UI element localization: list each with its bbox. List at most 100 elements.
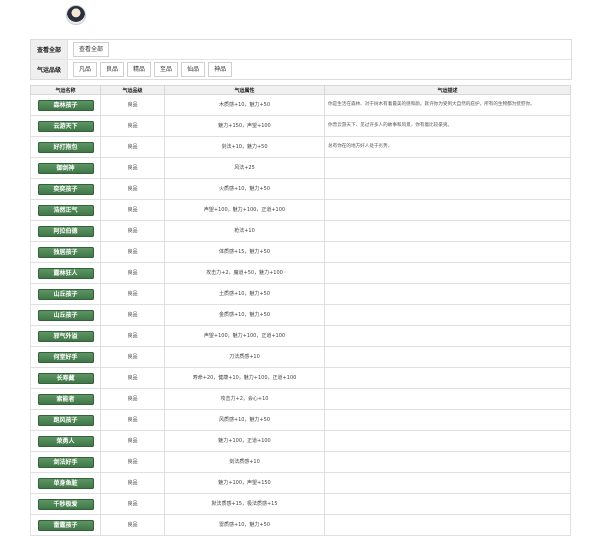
fortune-name-cell: 阿拉伯德 bbox=[30, 220, 101, 242]
fortune-grade: 良品 bbox=[100, 220, 165, 242]
table-row: 好打抱包 良品 剑法+10，魅力+50 总有你在的地方好人处于劣势。 bbox=[30, 136, 571, 158]
fortune-name-cell: 千秒极爱 bbox=[30, 493, 101, 515]
fortune-name-cell: 独居孩子 bbox=[30, 241, 101, 263]
table-row: 露林狂人 良品 攻击力+2，魔道+50，魅力+100 bbox=[30, 262, 571, 284]
fortune-grade: 良品 bbox=[100, 514, 165, 536]
fortune-name-button[interactable]: 露林狂人 bbox=[37, 267, 94, 279]
table-row: 邪气外溢 良品 声望+100，魅力+100，正道+100 bbox=[30, 325, 571, 347]
filter-label-grade: 气运品级 bbox=[31, 60, 68, 79]
filter-chip-grade-0[interactable]: 凡品 bbox=[73, 62, 98, 77]
table-header-row: 气运名称 气运品级 气运属性 气运描述 bbox=[30, 85, 571, 95]
fortune-name-button[interactable]: 浩然正气 bbox=[37, 204, 94, 216]
fortune-attr: 刀法质感+10 bbox=[164, 346, 325, 368]
fortune-name-button[interactable]: 单身鱼脏 bbox=[37, 477, 94, 489]
fortune-grade: 良品 bbox=[100, 493, 165, 515]
fortune-name-button[interactable]: 好打抱包 bbox=[37, 141, 94, 153]
table-row: 何堂好手 良品 刀法质感+10 bbox=[30, 346, 571, 368]
fortune-name-button[interactable]: 御剑神 bbox=[37, 162, 94, 174]
fortune-desc bbox=[324, 325, 571, 347]
fortune-grade: 良品 bbox=[100, 430, 165, 452]
fortune-name-button[interactable]: 独居孩子 bbox=[37, 246, 94, 258]
fortune-name-button[interactable]: 阿拉伯德 bbox=[37, 225, 94, 237]
fortune-grade: 良品 bbox=[100, 94, 165, 116]
table-row: 浩然正气 良品 声望+100，魅力+100，正道+100 bbox=[30, 199, 571, 221]
table-row: 荣勇人 良品 魅力+100，正道+100 bbox=[30, 430, 571, 452]
filter-chip-grade-4[interactable]: 仙品 bbox=[181, 62, 206, 77]
table-row: 单身鱼脏 良品 魅力+100，声望+150 bbox=[30, 472, 571, 494]
filter-label-all: 查看全部 bbox=[31, 40, 68, 59]
fortune-grade: 良品 bbox=[100, 346, 165, 368]
fortune-name-button[interactable]: 邪气外溢 bbox=[37, 330, 94, 342]
fortune-name-cell: 雷霆孩子 bbox=[30, 514, 101, 536]
fortune-name-cell: 何堂好手 bbox=[30, 346, 101, 368]
table-row: 跑风孩子 良品 风质感+10，魅力+50 bbox=[30, 409, 571, 431]
avatar-icon[interactable] bbox=[66, 5, 86, 25]
filter-chip-all-0[interactable]: 查看全部 bbox=[73, 42, 110, 57]
fortune-name-cell: 森林孩子 bbox=[30, 94, 101, 116]
fortune-name-button[interactable]: 剑法好手 bbox=[37, 456, 94, 468]
filter-chip-grade-3[interactable]: 至品 bbox=[154, 62, 179, 77]
fortune-name-button[interactable]: 森林孩子 bbox=[37, 99, 94, 111]
fortune-desc bbox=[324, 514, 571, 536]
fortune-desc: 总有你在的地方好人处于劣势。 bbox=[324, 136, 571, 158]
fortune-attr: 体质感+15，魅力+50 bbox=[164, 241, 325, 263]
fortune-name-cell: 邪气外溢 bbox=[30, 325, 101, 347]
fortune-grade: 良品 bbox=[100, 472, 165, 494]
fortune-attr: 火质感+10，魅力+50 bbox=[164, 178, 325, 200]
fortune-grade: 良品 bbox=[100, 304, 165, 326]
fortune-attr: 魅力+100，正道+100 bbox=[164, 430, 325, 452]
table-row: 索能者 良品 攻击力+2，会心+10 bbox=[30, 388, 571, 410]
filter-chip-grade-2[interactable]: 精品 bbox=[127, 62, 152, 77]
fortune-grade: 良品 bbox=[100, 241, 165, 263]
filter-chip-grade-1[interactable]: 良品 bbox=[100, 62, 125, 77]
table-row: 森林孩子 良品 木质感+10，魅力+50 你是生活在森林、对于树木有着最美的感和颜。就… bbox=[30, 94, 571, 116]
fortune-name-button[interactable]: 山丘孩子 bbox=[37, 309, 94, 321]
table-row: 长寿藏 良品 寿命+20，健康+10，魅力+100，正道+100 bbox=[30, 367, 571, 389]
fortune-table: 气运名称 气运品级 气运属性 气运描述 森林孩子 良品 木质感+10，魅力+50 你是… bbox=[30, 85, 571, 536]
fortune-name-button[interactable]: 山丘孩子 bbox=[37, 288, 94, 300]
fortune-name-cell: 长寿藏 bbox=[30, 367, 101, 389]
table-row: 御剑神 良品 风法+25 bbox=[30, 157, 571, 179]
fortune-grade: 良品 bbox=[100, 388, 165, 410]
fortune-desc: 你曾云游天下、见过许多人的故事和风景，你有着比较豪爽。 bbox=[324, 115, 571, 137]
fortune-desc: 你是生活在森林、对于树木有着最美的感和颜。就许你为受到大自然的庇护，所有的生物都… bbox=[324, 94, 571, 116]
fortune-grade: 良品 bbox=[100, 409, 165, 431]
fortune-attr: 攻击力+2，会心+10 bbox=[164, 388, 325, 410]
filter-chip-grade-5[interactable]: 神品 bbox=[208, 62, 233, 77]
fortune-name-button[interactable]: 千秒极爱 bbox=[37, 498, 94, 510]
fortune-name-button[interactable]: 长寿藏 bbox=[37, 372, 94, 384]
fortune-grade: 良品 bbox=[100, 136, 165, 158]
fortune-desc bbox=[324, 220, 571, 242]
fortune-attr: 剑法质感+10 bbox=[164, 451, 325, 473]
fortune-desc bbox=[324, 199, 571, 221]
fortune-name-cell: 浩然正气 bbox=[30, 199, 101, 221]
fortune-grade: 良品 bbox=[100, 451, 165, 473]
fortune-name-button[interactable]: 云游天下 bbox=[37, 120, 94, 132]
filter-row-all: 查看全部 查看全部 bbox=[31, 40, 571, 60]
table-row: 阿拉伯德 良品 枪法+10 bbox=[30, 220, 571, 242]
fortune-attr: 魅力+150，声望+100 bbox=[164, 115, 325, 137]
fortune-desc bbox=[324, 451, 571, 473]
fortune-grade: 良品 bbox=[100, 367, 165, 389]
fortune-name-button[interactable]: 奕奕孩子 bbox=[37, 183, 94, 195]
fortune-attr: 金质感+10，魅力+50 bbox=[164, 304, 325, 326]
fortune-attr: 攻击力+2，魔道+50，魅力+100 bbox=[164, 262, 325, 284]
table-row: 千秒极爱 良品 默法质感+15，极法质感+15 bbox=[30, 493, 571, 515]
fortune-name-button[interactable]: 索能者 bbox=[37, 393, 94, 405]
fortune-attr: 枪法+10 bbox=[164, 220, 325, 242]
fortune-name-cell: 索能者 bbox=[30, 388, 101, 410]
fortune-name-button[interactable]: 荣勇人 bbox=[37, 435, 94, 447]
fortune-desc bbox=[324, 409, 571, 431]
fortune-name-button[interactable]: 跑风孩子 bbox=[37, 414, 94, 426]
fortune-name-button[interactable]: 雷霆孩子 bbox=[37, 519, 94, 531]
table-row: 雷霆孩子 良品 雷质感+10，魅力+50 bbox=[30, 514, 571, 536]
table-row: 独居孩子 良品 体质感+15，魅力+50 bbox=[30, 241, 571, 263]
fortune-desc bbox=[324, 304, 571, 326]
fortune-name-cell: 露林狂人 bbox=[30, 262, 101, 284]
fortune-grade: 良品 bbox=[100, 115, 165, 137]
fortune-grade: 良品 bbox=[100, 178, 165, 200]
fortune-desc bbox=[324, 493, 571, 515]
fortune-attr: 土质感+10，魅力+50 bbox=[164, 283, 325, 305]
fortune-attr: 魅力+100，声望+150 bbox=[164, 472, 325, 494]
fortune-name-button[interactable]: 何堂好手 bbox=[37, 351, 94, 363]
